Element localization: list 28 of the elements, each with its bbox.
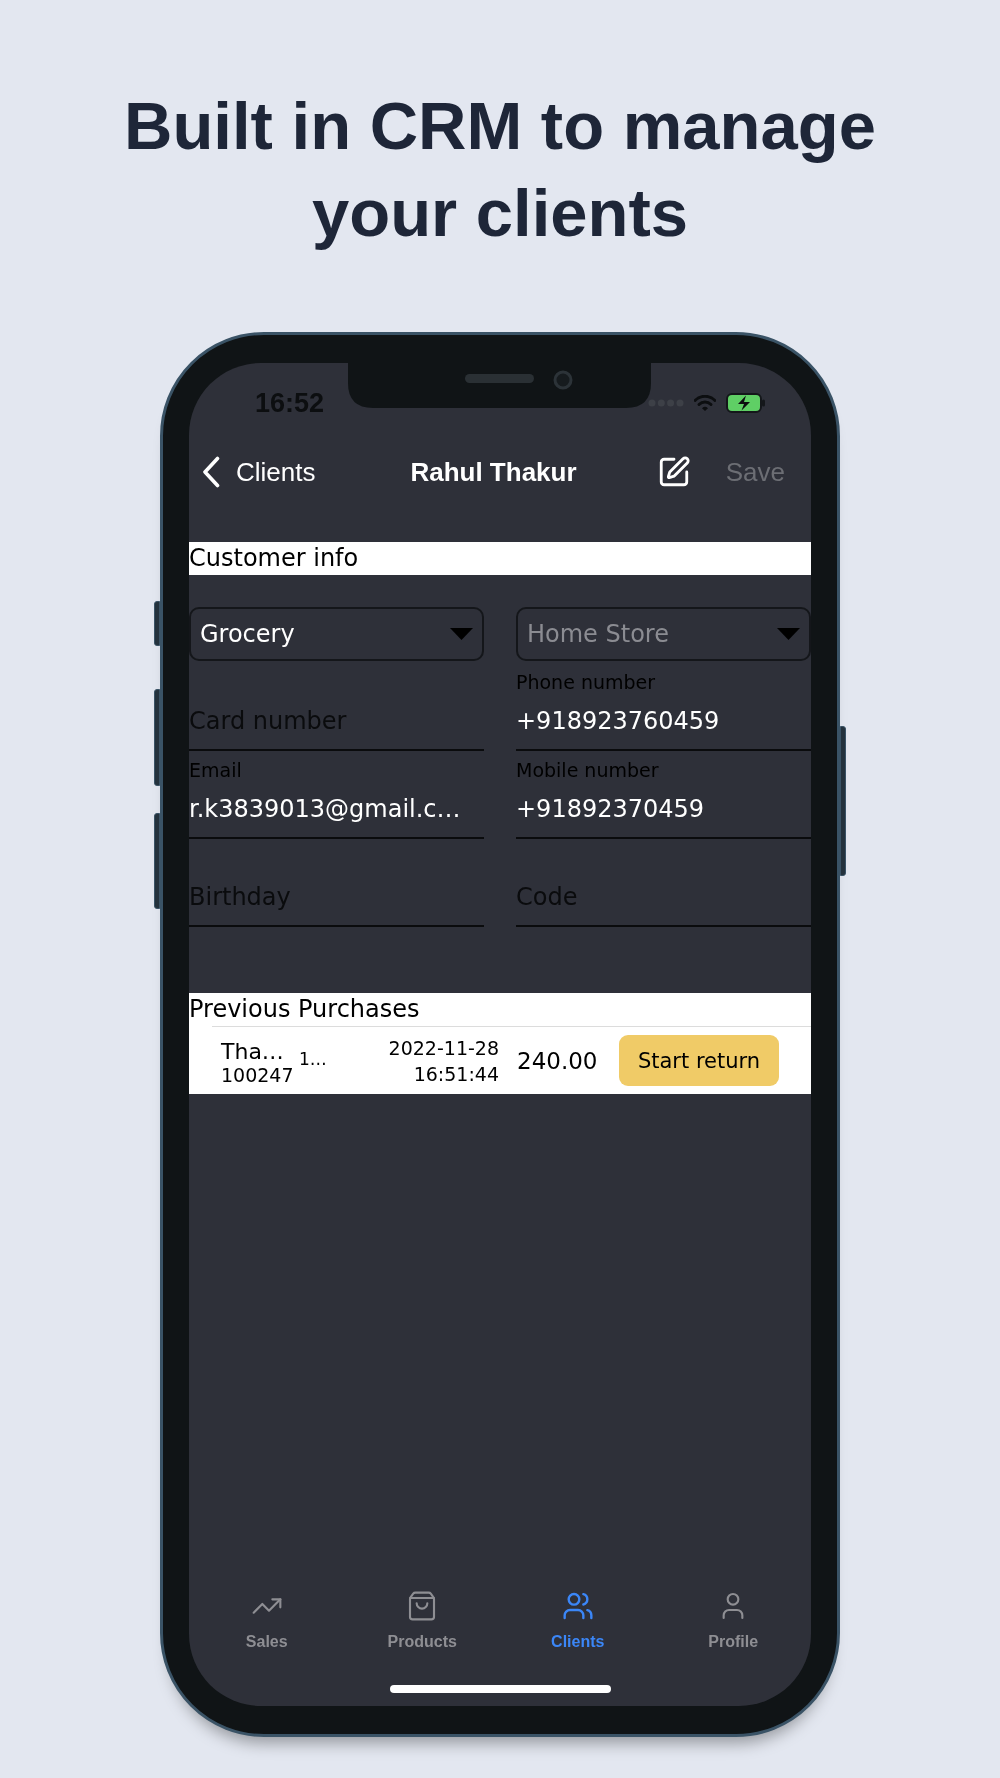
users-icon [561,1590,594,1622]
purchase-time: 16:51:44 [413,1061,499,1087]
caret-down-icon [450,628,473,640]
customer-name: Tha… [221,1038,284,1064]
tab-item[interactable]: Products [387,1590,457,1652]
text-field[interactable]: Phone number +918923760459 [516,663,811,751]
back-button[interactable]: Clients [202,456,316,488]
caret-down-icon [777,628,800,640]
purchase-detail: 1… [299,1048,327,1069]
start-return-button[interactable]: Start return [619,1035,779,1086]
text-field[interactable]: Email r.k3839013@gmail.c… [189,751,484,839]
chevron-left-icon [202,456,220,488]
purchase-date: 2022-11-28 [388,1035,499,1061]
tab-item[interactable]: Profile [708,1590,759,1652]
wifi-icon [694,395,716,411]
order-number: 100247 [221,1063,294,1087]
dropdown[interactable]: Home Store [516,607,811,661]
purchase-amount: 240.00 [517,1047,599,1074]
tab-item[interactable]: Clients [551,1590,605,1652]
tab-item[interactable]: Sales [245,1590,288,1652]
headline: Built in CRM to manage your clients [123,87,877,252]
screen-title: Rahul Thakur [410,456,577,488]
text-field[interactable]: Mobile number +91892370459 [516,751,811,839]
section-title: Previous Purchases [189,994,421,1025]
section-header: Customer info [189,542,811,575]
battery-icon [726,393,766,413]
dropdown[interactable]: Grocery [189,607,484,661]
signal-icon [648,399,684,407]
